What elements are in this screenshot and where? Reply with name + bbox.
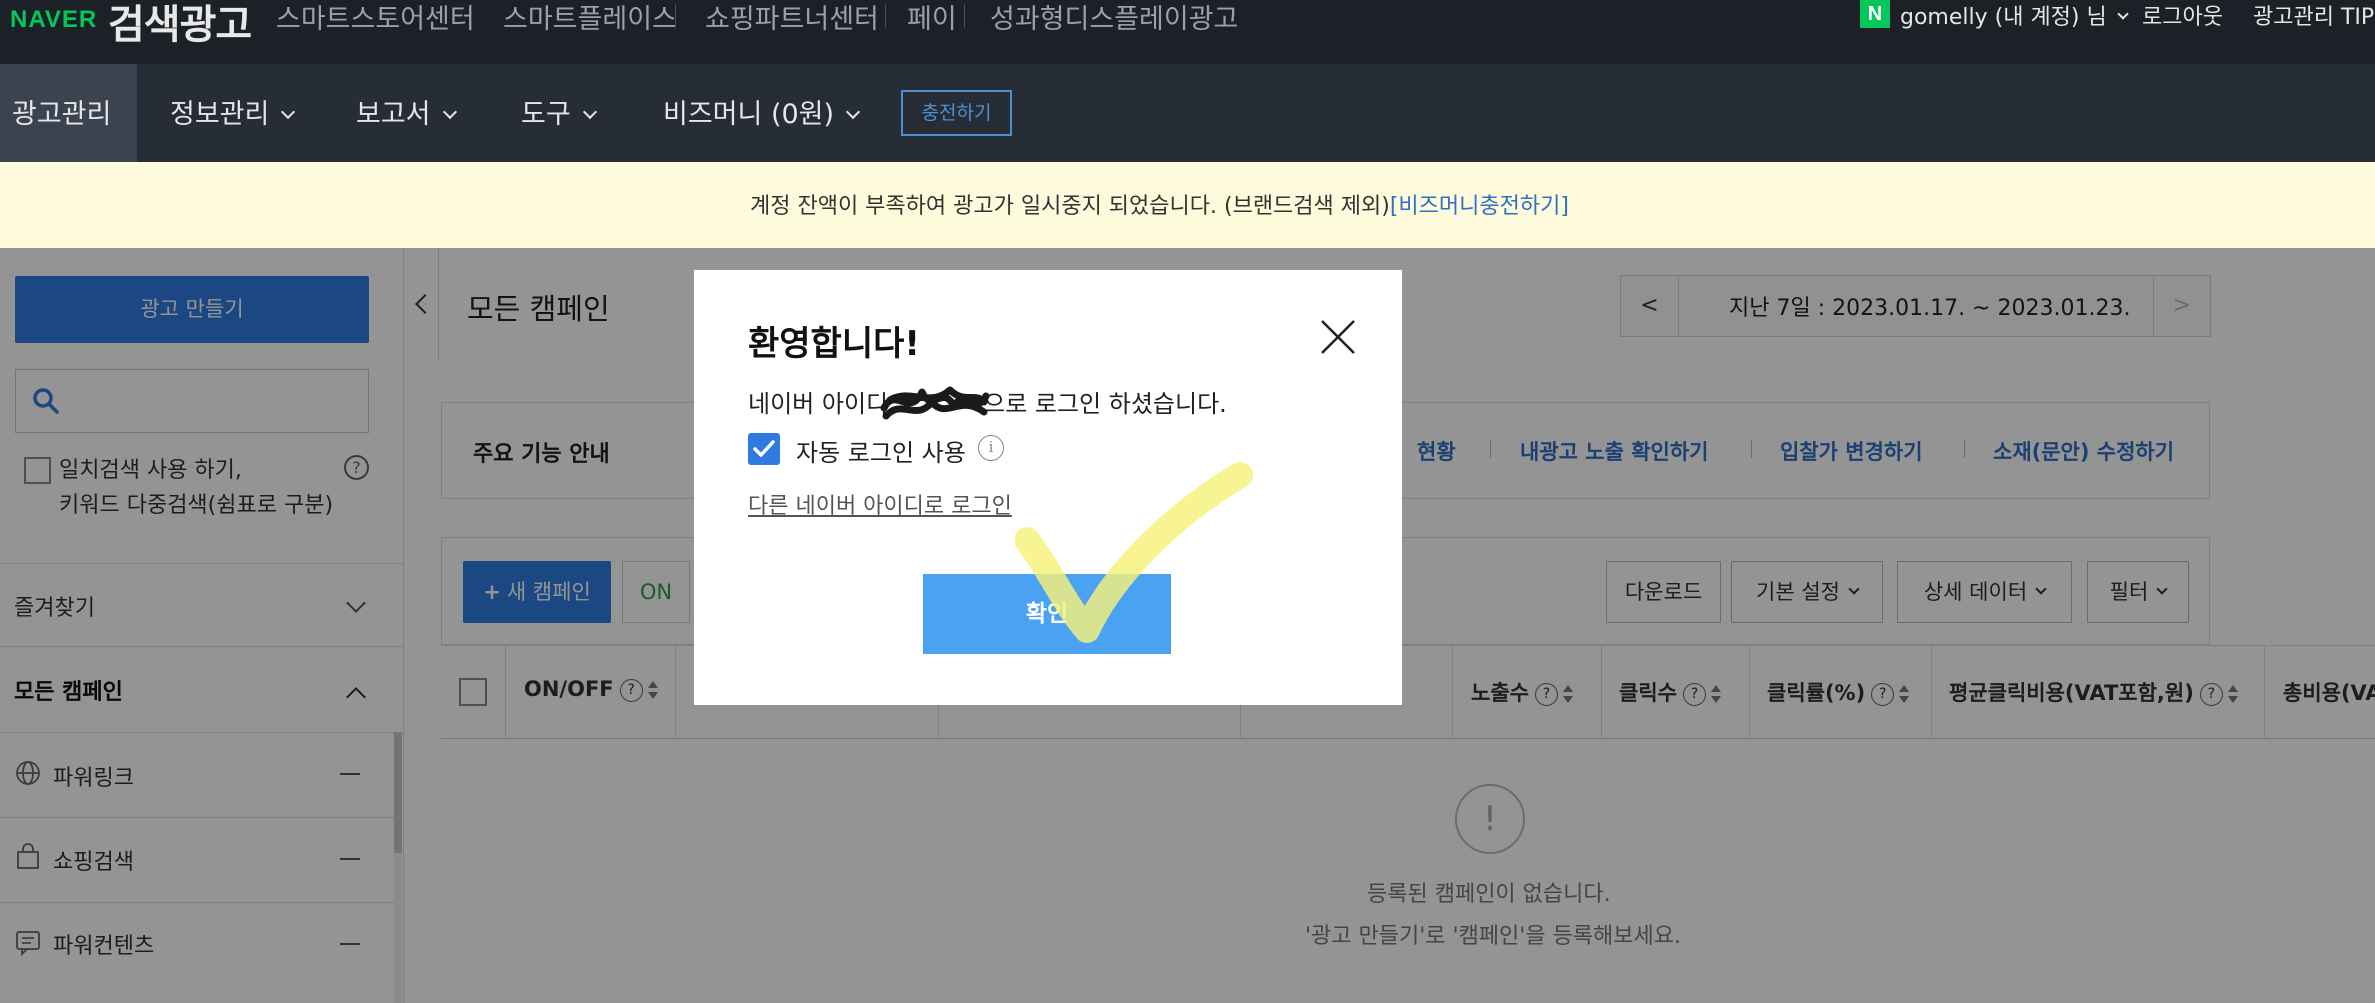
auto-login-checkbox[interactable] [748, 433, 780, 465]
top-separator [964, 4, 965, 28]
naver-logo[interactable]: NAVER [10, 6, 97, 34]
account-menu[interactable]: gomelly (내 계정) 님 [1900, 0, 2129, 31]
nav-label: 도구 [521, 99, 571, 130]
chevron-down-icon [442, 104, 457, 120]
nav-ad-management[interactable]: 광고관리 [12, 92, 111, 131]
chevron-down-icon [582, 104, 597, 120]
account-name: gomelly (내 계정) 님 [1900, 5, 2107, 30]
bizmoney-charge-link[interactable]: [비즈머니충전하기] [1390, 194, 1569, 219]
nav-reports[interactable]: 보고서 [356, 92, 457, 131]
login-message-prefix: 네이버 아이디 [748, 390, 889, 418]
search-ad-logo[interactable]: 검색광고 [108, 0, 252, 50]
auto-login-label[interactable]: 자동 로그인 사용 [796, 433, 966, 468]
chevron-down-icon [2117, 8, 2129, 20]
dialog-title: 환영합니다! [748, 324, 920, 364]
top-separator [885, 4, 886, 28]
confirm-button[interactable]: 확인 [923, 574, 1171, 654]
logout-link[interactable]: 로그아웃 [2142, 0, 2223, 31]
link-pay[interactable]: 페이 [907, 0, 957, 36]
close-icon[interactable] [1318, 317, 1358, 357]
top-separator [675, 4, 676, 28]
top-separator [471, 4, 472, 28]
balance-notice: 계정 잔액이 부족하여 광고가 일시중지 되었습니다. (브랜드검색 제외)[비… [750, 188, 1569, 220]
chevron-down-icon [845, 104, 861, 120]
charge-button[interactable]: 충전하기 [901, 90, 1012, 136]
nav-tools[interactable]: 도구 [521, 92, 597, 131]
login-message-suffix: 으로 로그인 하셨습니다. [983, 390, 1227, 418]
link-smartplace[interactable]: 스마트플레이스 [503, 0, 677, 36]
link-smartstore-center[interactable]: 스마트스토어센터 [276, 0, 475, 36]
link-shopping-partner-center[interactable]: 쇼핑파트너센터 [705, 0, 879, 36]
chevron-down-icon [281, 104, 296, 120]
link-display-ads[interactable]: 성과형디스플레이광고 [990, 0, 1238, 36]
nav-label: 비즈머니 (0원) [663, 99, 835, 130]
other-id-login-link[interactable]: 다른 네이버 아이디로 로그인 [748, 488, 1012, 520]
notice-text: 계정 잔액이 부족하여 광고가 일시중지 되었습니다. (브랜드검색 제외) [750, 194, 1390, 219]
checkmark-icon [753, 440, 775, 457]
naver-account-icon: N [1860, 0, 1890, 28]
redaction-scribble [880, 386, 990, 420]
nav-label: 정보관리 [170, 99, 270, 130]
info-icon[interactable]: i [978, 435, 1004, 461]
nav-bizmoney[interactable]: 비즈머니 (0원) [663, 92, 861, 131]
ad-tip-link[interactable]: 광고관리 TIP [2253, 0, 2374, 31]
nav-info-management[interactable]: 정보관리 [170, 92, 296, 131]
nav-label: 보고서 [356, 99, 431, 130]
